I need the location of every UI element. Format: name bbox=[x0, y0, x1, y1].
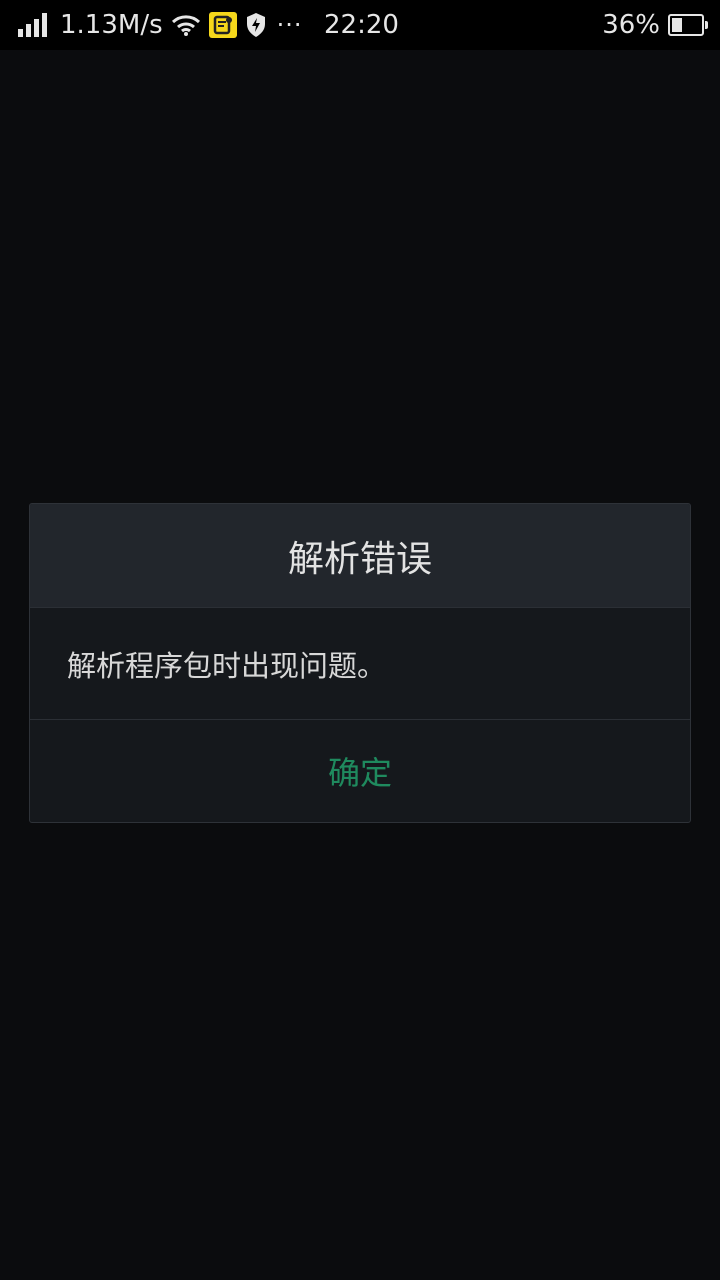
battery-level-fill bbox=[672, 18, 682, 32]
wifi-icon bbox=[171, 15, 200, 36]
app-notification-icon bbox=[208, 12, 237, 38]
battery-tip bbox=[705, 21, 708, 29]
parse-error-dialog: 解析错误 解析程序包时出现问题。 确定 bbox=[29, 503, 691, 823]
status-bar-left: 1.13M/s ··· bbox=[18, 0, 303, 50]
network-speed: 1.13M/s bbox=[60, 10, 163, 40]
status-bar: 1.13M/s ··· 22:20 36% bbox=[0, 0, 720, 50]
shield-icon bbox=[246, 13, 265, 37]
more-notifications-icon: ··· bbox=[276, 11, 303, 39]
status-bar-right: 36% bbox=[602, 0, 708, 50]
cellular-signal-icon bbox=[18, 13, 50, 37]
screen: 1.13M/s ··· 22:20 36% 解析错误 解析程序包时出现问题。 确… bbox=[0, 0, 720, 1280]
dialog-title: 解析错误 bbox=[30, 504, 690, 608]
confirm-button[interactable]: 确定 bbox=[30, 720, 690, 821]
dialog-message: 解析程序包时出现问题。 bbox=[30, 608, 690, 720]
battery-icon bbox=[668, 14, 708, 36]
battery-percent: 36% bbox=[602, 10, 660, 40]
clock: 22:20 bbox=[324, 10, 399, 40]
